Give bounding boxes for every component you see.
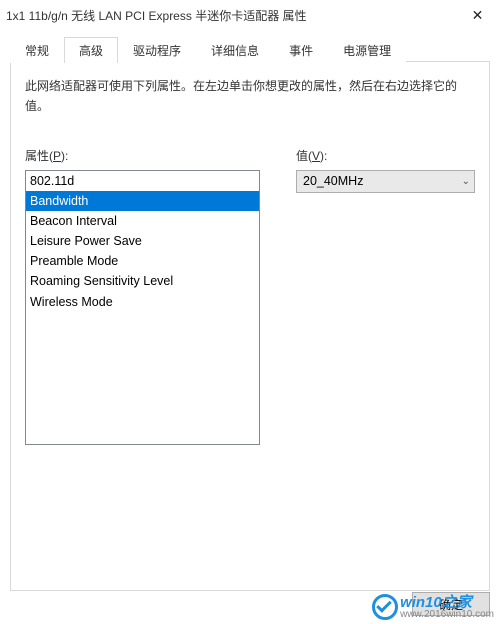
- list-item[interactable]: 802.11d: [26, 171, 259, 191]
- close-icon: ✕: [472, 7, 484, 24]
- list-item[interactable]: Roaming Sensitivity Level: [26, 271, 259, 291]
- value-label: 值(V):: [296, 147, 475, 164]
- ok-button[interactable]: 确定: [412, 592, 490, 616]
- list-item[interactable]: Beacon Interval: [26, 211, 259, 231]
- tab-strip: 常规 高级 驱动程序 详细信息 事件 电源管理: [10, 36, 490, 62]
- list-item[interactable]: Preamble Mode: [26, 251, 259, 271]
- tab-power[interactable]: 电源管理: [328, 37, 406, 63]
- value-column: 值(V): 20_40MHz ⌄: [296, 147, 475, 445]
- window-title: 1x1 11b/g/n 无线 LAN PCI Express 半迷你卡适配器 属…: [6, 7, 455, 24]
- property-listbox[interactable]: 802.11d Bandwidth Beacon Interval Leisur…: [25, 170, 260, 445]
- tab-general[interactable]: 常规: [10, 37, 64, 63]
- dialog-content: 常规 高级 驱动程序 详细信息 事件 电源管理 此网络适配器可使用下列属性。在左…: [0, 30, 500, 624]
- dialog-button-row: 确定: [412, 592, 490, 616]
- list-item[interactable]: Wireless Mode: [26, 292, 259, 312]
- title-bar: 1x1 11b/g/n 无线 LAN PCI Express 半迷你卡适配器 属…: [0, 0, 500, 30]
- property-column: 属性(P): 802.11d Bandwidth Beacon Interval…: [25, 147, 260, 445]
- tab-details[interactable]: 详细信息: [196, 37, 274, 63]
- columns: 属性(P): 802.11d Bandwidth Beacon Interval…: [25, 147, 475, 445]
- value-combobox[interactable]: 20_40MHz ⌄: [296, 170, 475, 193]
- value-selected-text: 20_40MHz: [303, 174, 363, 188]
- chevron-down-icon: ⌄: [462, 176, 470, 187]
- tab-pane-advanced: 此网络适配器可使用下列属性。在左边单击你想更改的属性，然后在右边选择它的值。 属…: [10, 61, 490, 591]
- list-item[interactable]: Bandwidth: [26, 191, 259, 211]
- description-text: 此网络适配器可使用下列属性。在左边单击你想更改的属性，然后在右边选择它的值。: [25, 76, 475, 117]
- close-button[interactable]: ✕: [455, 1, 500, 29]
- tab-driver[interactable]: 驱动程序: [118, 37, 196, 63]
- list-item[interactable]: Leisure Power Save: [26, 231, 259, 251]
- property-label: 属性(P):: [25, 147, 260, 164]
- tab-events[interactable]: 事件: [274, 37, 328, 63]
- tab-advanced[interactable]: 高级: [64, 37, 118, 63]
